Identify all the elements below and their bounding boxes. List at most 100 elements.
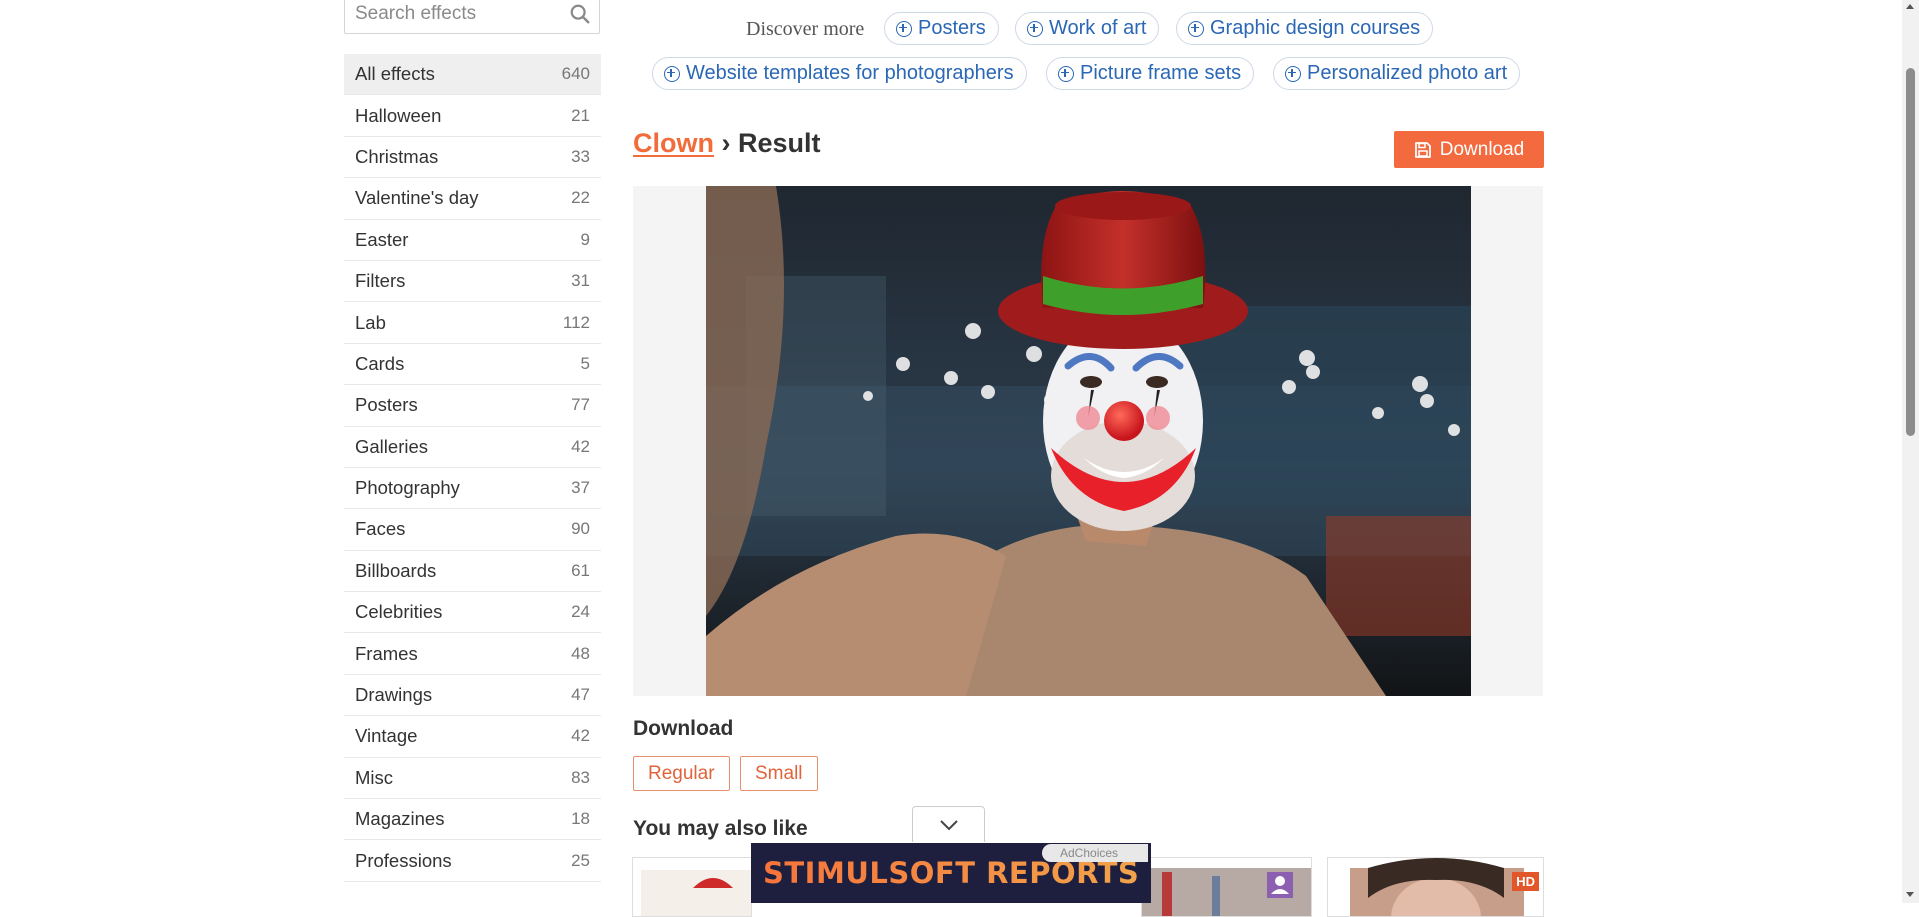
chip-label: Website templates for photographers bbox=[686, 62, 1014, 84]
sidebar-item-cards[interactable]: Cards 5 bbox=[344, 344, 601, 386]
sidebar-item-label: Celebrities bbox=[355, 601, 443, 623]
sidebar-item-count: 18 bbox=[571, 809, 590, 829]
sidebar-item-misc[interactable]: Misc 83 bbox=[344, 758, 601, 800]
breadcrumb-separator: › bbox=[714, 128, 738, 158]
download-regular-button[interactable]: Regular bbox=[633, 756, 730, 791]
sidebar-item-valentines-day[interactable]: Valentine's day 22 bbox=[344, 178, 601, 220]
chip-label: Graphic design courses bbox=[1210, 17, 1421, 39]
download-section-title: Download bbox=[633, 717, 734, 740]
sidebar-item-count: 21 bbox=[571, 105, 590, 125]
sidebar-item-count: 48 bbox=[571, 643, 590, 663]
sidebar-item-label: Lab bbox=[355, 311, 386, 333]
sidebar-item-count: 22 bbox=[571, 188, 590, 208]
plus-circle-icon bbox=[1285, 65, 1301, 82]
sidebar-item-halloween[interactable]: Halloween 21 bbox=[344, 95, 601, 137]
download-button[interactable]: Download bbox=[1394, 131, 1544, 168]
sidebar-item-label: Drawings bbox=[355, 684, 433, 706]
plus-circle-icon bbox=[1188, 20, 1204, 37]
hd-badge: HD bbox=[1512, 872, 1539, 891]
sidebar-item-label: Valentine's day bbox=[355, 187, 479, 209]
sidebar-item-count: 640 bbox=[561, 64, 590, 84]
page-title-text: Result bbox=[738, 128, 821, 158]
discover-more-label: Discover more bbox=[746, 18, 865, 40]
sidebar-item-photography[interactable]: Photography 37 bbox=[344, 468, 601, 510]
sidebar-item-professions[interactable]: Professions 25 bbox=[344, 840, 601, 882]
sidebar-item-celebrities[interactable]: Celebrities 24 bbox=[344, 592, 601, 634]
download-button-label: Download bbox=[1439, 138, 1525, 160]
sidebar-item-label: Cards bbox=[355, 352, 405, 374]
sidebar-item-label: Galleries bbox=[355, 435, 428, 457]
breadcrumb-clown-link[interactable]: Clown bbox=[633, 128, 714, 158]
sidebar-item-filters[interactable]: Filters 31 bbox=[344, 261, 601, 303]
sidebar-item-label: Photography bbox=[355, 477, 460, 499]
scrollbar-thumb[interactable] bbox=[1906, 68, 1915, 436]
sidebar-item-lab[interactable]: Lab 112 bbox=[344, 302, 601, 344]
sidebar-item-posters[interactable]: Posters 77 bbox=[344, 385, 601, 427]
ad-collapse-toggle[interactable] bbox=[912, 806, 985, 842]
discover-chip-graphic-design-courses[interactable]: Graphic design courses bbox=[1176, 12, 1434, 45]
sidebar-item-easter[interactable]: Easter 9 bbox=[344, 220, 601, 261]
discover-chip-posters[interactable]: Posters bbox=[884, 12, 999, 45]
chip-label: Picture frame sets bbox=[1080, 62, 1242, 84]
sidebar-item-count: 24 bbox=[571, 602, 590, 622]
sidebar-item-count: 42 bbox=[571, 726, 590, 746]
clown-selfie-illustration bbox=[706, 186, 1471, 696]
sidebar-item-billboards[interactable]: Billboards 61 bbox=[344, 551, 601, 593]
sidebar-item-label: Professions bbox=[355, 849, 452, 871]
sidebar-item-label: Magazines bbox=[355, 808, 445, 830]
sidebar-item-label: Billboards bbox=[355, 559, 437, 581]
sidebar-item-count: 37 bbox=[571, 478, 590, 498]
related-effect-thumbnail[interactable] bbox=[1141, 857, 1312, 917]
sidebar-item-label: Christmas bbox=[355, 145, 439, 167]
download-small-button[interactable]: Small bbox=[740, 756, 818, 791]
chip-label: Work of art bbox=[1049, 17, 1147, 39]
search-input[interactable] bbox=[355, 0, 555, 29]
sidebar-item-vintage[interactable]: Vintage 42 bbox=[344, 716, 601, 758]
sidebar-item-label: Filters bbox=[355, 270, 406, 292]
search-icon[interactable] bbox=[569, 3, 591, 25]
page-title: Clown › Result bbox=[633, 128, 821, 159]
discover-chip-work-of-art[interactable]: Work of art bbox=[1015, 12, 1160, 45]
plus-circle-icon bbox=[896, 20, 912, 37]
sidebar-item-count: 77 bbox=[571, 395, 590, 415]
sidebar-item-label: Vintage bbox=[355, 725, 418, 747]
chip-label: Posters bbox=[918, 17, 986, 39]
sidebar-item-all-effects[interactable]: All effects 640 bbox=[344, 54, 601, 96]
related-effect-thumbnail-hd[interactable]: HD bbox=[1327, 857, 1544, 917]
related-effect-thumbnail[interactable] bbox=[632, 857, 752, 917]
sidebar-item-label: Faces bbox=[355, 518, 406, 540]
plus-circle-icon bbox=[1058, 65, 1074, 82]
page-scrollbar[interactable] bbox=[1902, 0, 1919, 903]
category-list: All effects 640 Halloween 21 Christmas 33 V… bbox=[344, 54, 601, 882]
adchoices-badge[interactable]: AdChoices bbox=[1042, 844, 1148, 862]
sidebar-item-count: 5 bbox=[580, 353, 590, 373]
discover-chip-website-templates[interactable]: Website templates for photographers bbox=[652, 57, 1027, 90]
discover-chip-personalized-photo-art[interactable]: Personalized photo art bbox=[1273, 57, 1521, 90]
sidebar-item-count: 9 bbox=[580, 229, 590, 249]
thumbnail-image bbox=[1142, 868, 1311, 916]
sidebar-item-count: 90 bbox=[571, 519, 590, 539]
discover-chip-picture-frame-sets[interactable]: Picture frame sets bbox=[1046, 57, 1255, 90]
sidebar-item-label: Frames bbox=[355, 642, 418, 664]
sidebar-item-count: 83 bbox=[571, 767, 590, 787]
chip-label: Personalized photo art bbox=[1307, 62, 1508, 84]
floppy-disk-icon bbox=[1414, 141, 1431, 158]
sidebar-item-faces[interactable]: Faces 90 bbox=[344, 509, 601, 551]
sidebar-item-drawings[interactable]: Drawings 47 bbox=[344, 675, 601, 717]
sidebar-item-galleries[interactable]: Galleries 42 bbox=[344, 427, 601, 468]
sidebar-item-count: 42 bbox=[571, 436, 590, 456]
sidebar-item-christmas[interactable]: Christmas 33 bbox=[344, 137, 601, 179]
sidebar-item-count: 47 bbox=[571, 685, 590, 705]
sidebar-item-label: Halloween bbox=[355, 104, 442, 126]
sidebar-item-count: 112 bbox=[562, 312, 590, 332]
sidebar-item-count: 25 bbox=[571, 850, 590, 870]
result-image[interactable] bbox=[706, 186, 1471, 696]
sidebar-item-frames[interactable]: Frames 48 bbox=[344, 633, 601, 675]
sidebar-item-magazines[interactable]: Magazines 18 bbox=[344, 799, 601, 841]
sidebar-item-label: Misc bbox=[355, 766, 394, 788]
chevron-down-icon bbox=[939, 819, 958, 830]
scroll-up-arrow-icon[interactable] bbox=[1906, 4, 1914, 9]
search-box bbox=[344, 0, 600, 34]
sidebar-item-count: 33 bbox=[571, 146, 590, 166]
scroll-down-arrow-icon[interactable] bbox=[1906, 892, 1914, 897]
